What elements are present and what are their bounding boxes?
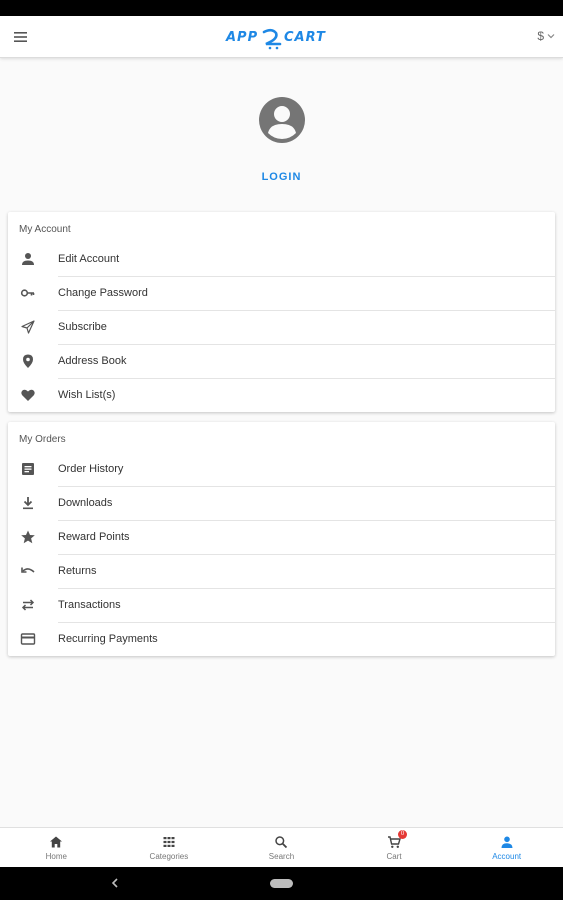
edit-account-item[interactable]: Edit Account [8,242,555,276]
search-icon [275,836,288,849]
my-orders-card: My Orders Order History Downloads Reward… [8,422,555,656]
star-icon [21,530,35,544]
heart-icon [21,389,35,401]
chevron-down-icon [547,34,555,39]
divider [58,310,555,311]
item-label: Address Book [58,355,127,367]
divider [58,276,555,277]
cart-icon-wrap: 0 [387,830,408,849]
back-icon[interactable] [108,876,122,890]
my-account-card: My Account Edit Account Change Password … [8,212,555,412]
svg-text:CART: CART [284,30,326,45]
item-label: Edit Account [58,253,120,265]
history-icon [22,463,34,475]
my-account-title: My Account [19,224,71,235]
card-icon [20,633,36,645]
transactions-item[interactable]: Transactions [8,588,555,622]
downloads-item[interactable]: Downloads [8,486,555,520]
currency-label: $ [537,29,544,43]
nav-cart[interactable]: 0 Cart [338,828,451,867]
download-icon [23,497,33,510]
item-label: Downloads [58,497,113,509]
change-password-item[interactable]: Change Password [8,276,555,310]
nav-label: Cart [386,852,402,861]
item-label: Subscribe [58,321,107,333]
divider [58,344,555,345]
divider [58,554,555,555]
undo-icon [21,567,35,573]
nav-categories[interactable]: Categories [113,828,226,867]
bottom-nav: Home Categories Search 0 Cart Account [0,827,563,867]
status-bar [0,0,563,16]
item-label: Reward Points [58,531,130,543]
currency-selector[interactable]: $ [537,29,555,43]
person-icon [22,253,34,265]
order-history-item[interactable]: Order History [8,452,555,486]
item-label: Change Password [58,287,148,299]
divider [58,588,555,589]
item-label: Order History [58,463,124,475]
cart-badge: 0 [398,830,408,839]
divider [58,622,555,623]
item-label: Wish List(s) [58,389,116,401]
my-orders-title: My Orders [19,434,66,445]
send-icon [21,320,35,334]
location-pin-icon [23,354,33,368]
login-button[interactable]: LOGIN [0,171,563,183]
wish-list-item[interactable]: Wish List(s) [8,378,555,412]
recurring-payments-item[interactable]: Recurring Payments [8,622,555,656]
returns-item[interactable]: Returns [8,554,555,588]
key-icon [20,289,35,297]
item-label: Recurring Payments [58,633,158,645]
nav-label: Search [268,852,295,861]
svg-text:APP: APP [225,30,258,45]
system-nav-bar [0,867,563,900]
grid-icon [163,837,175,847]
home-icon [50,836,63,848]
address-book-item[interactable]: Address Book [8,344,555,378]
menu-button[interactable] [12,28,30,46]
account-icon [501,836,513,848]
subscribe-item[interactable]: Subscribe [8,310,555,344]
divider [58,378,555,379]
reward-points-item[interactable]: Reward Points [8,520,555,554]
nav-home[interactable]: Home [0,828,113,867]
item-label: Returns [58,565,97,577]
nav-label: Account [492,852,522,861]
nav-account[interactable]: Account [450,828,563,867]
nav-search[interactable]: Search [225,828,338,867]
hamburger-icon [14,32,27,42]
nav-label: Home [45,852,67,861]
item-label: Transactions [58,599,121,611]
profile-section: LOGIN [0,58,563,208]
avatar-icon [259,97,305,143]
nav-label: Categories [149,852,189,861]
app-logo: APP CART [220,22,340,52]
app-bar: APP CART $ [0,16,563,58]
divider [58,486,555,487]
swap-icon [21,599,35,611]
divider [58,520,555,521]
home-pill[interactable] [270,879,293,888]
